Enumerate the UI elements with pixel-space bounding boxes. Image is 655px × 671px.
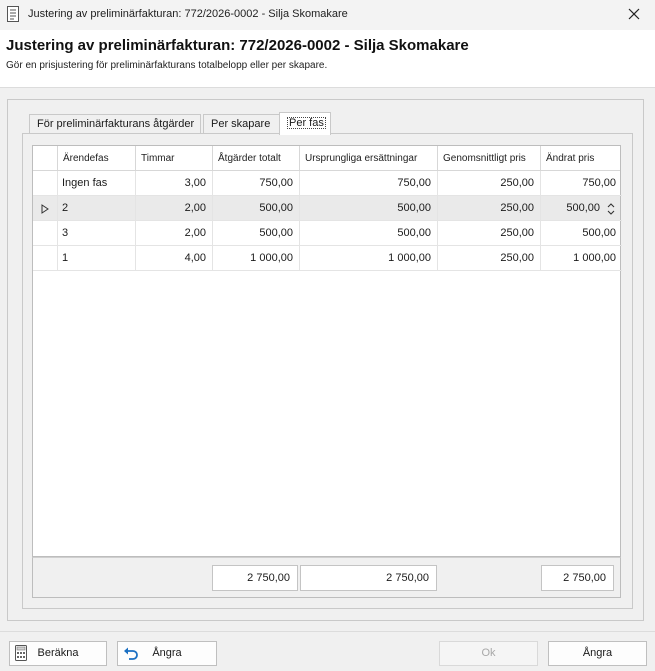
- total-atgarder-totalt: 2 750,00: [212, 565, 298, 591]
- row-indicator-header: [33, 146, 57, 171]
- cell-atgarder-totalt: 1 000,00: [212, 246, 299, 271]
- total-andrat-pris: 2 750,00: [541, 565, 614, 591]
- row-indicator: [33, 246, 57, 271]
- row-indicator: [33, 221, 57, 246]
- cell-genomsnittligt-pris: 250,00: [437, 196, 540, 221]
- total-ursprungliga-ersattningar: 2 750,00: [300, 565, 437, 591]
- spin-updown-icon[interactable]: [606, 202, 616, 216]
- table-row[interactable]: Ingen fas 3,00 750,00 750,00 250,00 750,…: [33, 171, 622, 196]
- column-header-andrat-pris[interactable]: Ändrat pris: [540, 146, 622, 171]
- cell-timmar: 2,00: [135, 221, 212, 246]
- divider: [0, 631, 655, 632]
- cell-andrat-pris[interactable]: 750,00: [540, 171, 622, 196]
- document-icon: [6, 6, 20, 22]
- title-bar: Justering av preliminärfakturan: 772/202…: [0, 0, 655, 30]
- dialog-subheading: Gör en prisjustering för preliminärfaktu…: [6, 60, 328, 71]
- ok-button[interactable]: Ok: [439, 641, 538, 666]
- cell-andrat-pris[interactable]: 500,00: [566, 202, 600, 214]
- row-pointer-icon: [41, 204, 49, 214]
- cell-atgarder-totalt: 500,00: [212, 221, 299, 246]
- cell-arendefas: Ingen fas: [57, 171, 135, 196]
- tab-per-skapare[interactable]: Per skapare: [203, 114, 280, 135]
- column-header-timmar[interactable]: Timmar: [135, 146, 212, 171]
- tab-preliminarfakturans-atgarder[interactable]: För preliminärfakturans åtgärder: [29, 114, 201, 135]
- cell-genomsnittligt-pris: 250,00: [437, 171, 540, 196]
- cell-ursprungliga: 500,00: [299, 196, 437, 221]
- cancel-button[interactable]: Ångra: [548, 641, 647, 666]
- berakna-label: Beräkna: [37, 647, 79, 659]
- close-icon: [628, 8, 640, 20]
- tab-per-fas[interactable]: Per fas: [279, 112, 331, 135]
- cell-timmar: 3,00: [135, 171, 212, 196]
- table-row[interactable]: 3 2,00 500,00 500,00 250,00 500,00: [33, 221, 622, 246]
- cell-timmar: 2,00: [135, 196, 212, 221]
- grid-header: Ärendefas Timmar Åtgärder totalt Ursprun…: [33, 146, 620, 171]
- table-row[interactable]: 1 4,00 1 000,00 1 000,00 250,00 1 000,00: [33, 246, 622, 271]
- column-header-genomsnittligt-pris[interactable]: Genomsnittligt pris: [437, 146, 540, 171]
- cell-arendefas: 1: [57, 246, 135, 271]
- close-button[interactable]: [623, 4, 645, 24]
- cell-ursprungliga: 500,00: [299, 221, 437, 246]
- undo-icon: [123, 645, 139, 670]
- cell-genomsnittligt-pris: 250,00: [437, 246, 540, 271]
- cell-ursprungliga: 1 000,00: [299, 246, 437, 271]
- dialog-heading: Justering av preliminärfakturan: 772/202…: [6, 37, 469, 54]
- ok-label: Ok: [481, 647, 496, 659]
- column-header-ursprungliga-ersattningar[interactable]: Ursprungliga ersättningar: [299, 146, 437, 171]
- undo-label: Ångra: [152, 647, 182, 659]
- tab-label: För preliminärfakturans åtgärder: [37, 118, 195, 130]
- window-title: Justering av preliminärfakturan: 772/202…: [28, 8, 348, 20]
- cell-timmar: 4,00: [135, 246, 212, 271]
- row-indicator: [33, 171, 57, 196]
- tab-label: Per skapare: [211, 118, 271, 130]
- cell-atgarder-totalt: 500,00: [212, 196, 299, 221]
- cell-arendefas: 2: [57, 196, 135, 221]
- calculator-icon: [15, 645, 27, 670]
- table-row-selected[interactable]: 2 2,00 500,00 500,00 250,00 500,00: [33, 196, 622, 221]
- column-header-arendefas[interactable]: Ärendefas: [57, 146, 135, 171]
- cell-ursprungliga: 750,00: [299, 171, 437, 196]
- cell-genomsnittligt-pris: 250,00: [437, 221, 540, 246]
- row-indicator: [33, 196, 57, 221]
- undo-button[interactable]: Ångra: [117, 641, 217, 666]
- cell-arendefas: 3: [57, 221, 135, 246]
- berakna-button[interactable]: Beräkna: [9, 641, 107, 666]
- dialog-header: Justering av preliminärfakturan: 772/202…: [0, 30, 655, 88]
- cancel-label: Ångra: [582, 647, 613, 659]
- andrat-pris-spin-editor[interactable]: 500,00: [540, 196, 622, 221]
- tab-label: Per fas: [287, 117, 326, 129]
- cell-andrat-pris[interactable]: 500,00: [540, 221, 622, 246]
- cell-andrat-pris[interactable]: 1 000,00: [540, 246, 622, 271]
- phase-grid: Ärendefas Timmar Åtgärder totalt Ursprun…: [32, 145, 622, 557]
- cell-atgarder-totalt: 750,00: [212, 171, 299, 196]
- column-header-atgarder-totalt[interactable]: Åtgärder totalt: [212, 146, 299, 171]
